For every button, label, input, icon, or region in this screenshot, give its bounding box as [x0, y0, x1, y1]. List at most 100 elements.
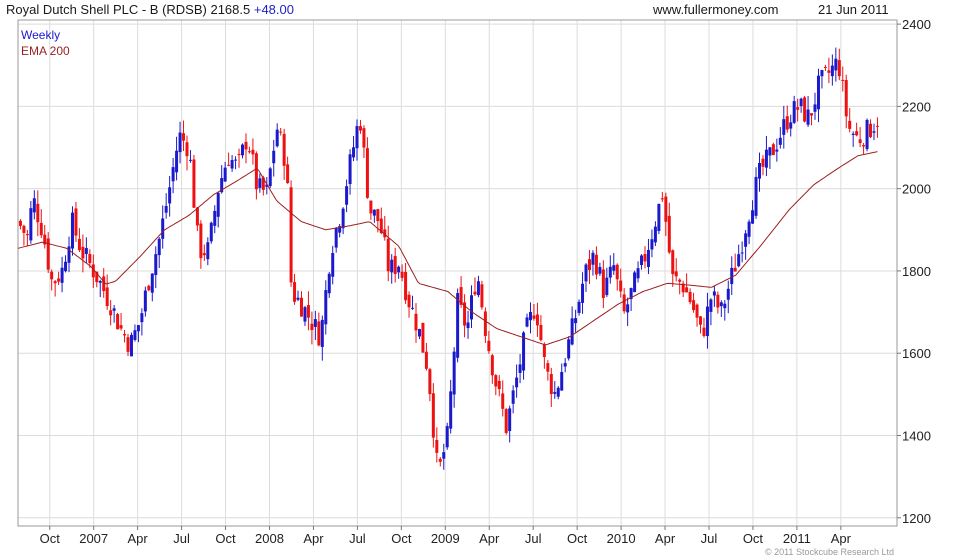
candle-body: [105, 287, 109, 307]
candle-body: [560, 372, 564, 391]
candle-body: [653, 226, 657, 243]
candle-body: [185, 142, 189, 157]
candle-body: [487, 340, 491, 352]
candle-body: [244, 141, 248, 150]
candle-body: [695, 304, 699, 318]
candle-body: [296, 297, 300, 300]
candle-body: [411, 307, 415, 309]
candle-body: [299, 297, 303, 317]
candle-body: [74, 208, 78, 236]
candle-body: [227, 164, 231, 166]
candle-body: [251, 149, 255, 155]
candle-body: [702, 327, 706, 336]
candle-body: [397, 266, 401, 273]
candle-body: [615, 264, 619, 280]
candle-body: [778, 137, 782, 145]
candle-body: [657, 203, 661, 232]
candle-body: [70, 212, 74, 249]
candle-body: [692, 300, 696, 311]
candle-body: [820, 70, 824, 77]
candle-body: [386, 238, 390, 272]
x-tick-label: 2007: [79, 531, 108, 546]
y-axis: 1200 1400 1600 1800 2000 2200 2400: [897, 17, 931, 526]
candle-body: [869, 123, 873, 138]
candle-body: [88, 253, 92, 264]
candle-body: [751, 210, 755, 224]
candle-body: [334, 228, 338, 248]
candle-body: [851, 133, 855, 135]
candle-body: [268, 168, 272, 187]
x-tick-label: Oct: [215, 531, 236, 546]
candle-body: [192, 159, 196, 208]
candle-body: [237, 154, 241, 156]
candle-body: [789, 122, 793, 129]
candle-body: [504, 409, 508, 433]
y-tick-label: 1800: [902, 264, 931, 279]
candle-body: [449, 391, 453, 429]
candle-body: [195, 207, 199, 226]
candle-body: [258, 178, 262, 188]
candle-body: [178, 132, 182, 153]
candle-body: [737, 254, 741, 267]
candle-body: [230, 160, 234, 169]
candle-body: [501, 393, 505, 409]
candle-body: [664, 196, 668, 222]
candle-body: [161, 218, 165, 239]
candle-body: [417, 329, 421, 337]
candle-body: [799, 98, 803, 107]
candle-body: [209, 222, 213, 242]
ema-200-line: [17, 151, 878, 346]
candle-body: [188, 159, 192, 161]
candle-body: [667, 215, 671, 253]
candle-body: [168, 187, 172, 204]
candle-body: [223, 167, 227, 182]
candle-body: [81, 246, 85, 259]
candle-body: [98, 281, 102, 283]
candle-body: [341, 208, 345, 229]
candle-body: [39, 222, 43, 236]
candle-body: [213, 210, 217, 226]
y-tick-label: 1400: [902, 428, 931, 443]
legend-ema: EMA 200: [21, 44, 70, 58]
candle-body: [764, 149, 768, 168]
candle-body: [452, 351, 456, 395]
candle-body: [327, 273, 331, 294]
candle-body: [390, 259, 394, 273]
x-tick-label: Apr: [479, 531, 500, 546]
candle-body: [556, 387, 560, 397]
candle-body: [733, 267, 737, 272]
candle-body: [490, 355, 494, 376]
candle-body: [303, 307, 307, 322]
candle-body: [747, 221, 751, 237]
candle-body: [393, 256, 397, 274]
candle-body: [140, 313, 144, 323]
candle-body: [182, 133, 186, 141]
candle-body: [605, 277, 609, 296]
candle-body: [650, 239, 654, 250]
candle-body: [112, 308, 116, 311]
candle-body: [331, 253, 335, 277]
candle-body: [473, 291, 477, 295]
candle-body: [518, 364, 522, 373]
x-tick-label: Apr: [655, 531, 676, 546]
candle-body: [796, 107, 800, 110]
candle-body: [848, 120, 852, 129]
x-tick-label: Jul: [525, 531, 542, 546]
candle-body: [574, 318, 578, 324]
candle-body: [157, 238, 161, 256]
candle-body: [216, 192, 220, 217]
candle-body: [830, 65, 834, 77]
candle-body: [22, 225, 26, 233]
candle-body: [525, 317, 529, 327]
candle-body: [855, 131, 859, 136]
candle-body: [310, 323, 314, 331]
candle-body: [362, 128, 366, 148]
candle-body: [483, 311, 487, 336]
candle-body: [414, 313, 418, 331]
candle-body: [511, 390, 515, 404]
candle-body: [320, 319, 324, 347]
y-tick-label: 2000: [902, 182, 931, 197]
candle-body: [119, 325, 123, 329]
candle-body: [834, 58, 838, 71]
candle-body: [421, 322, 425, 353]
